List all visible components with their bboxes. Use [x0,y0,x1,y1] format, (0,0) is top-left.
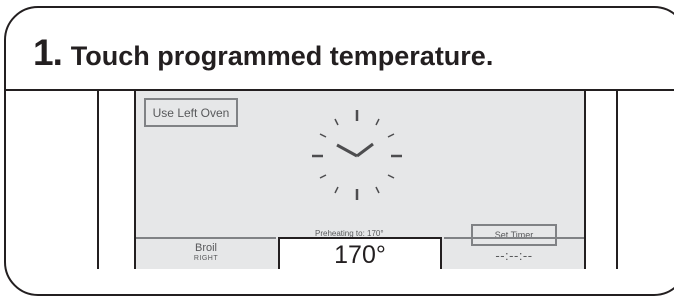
step-text: Touch programmed temperature. [70,41,494,71]
oven-touchscreen: Use Left Oven Preheating to: 170° Set Ti… [134,91,586,269]
column-divider-left [97,89,99,269]
cook-mode-button[interactable]: Broil RIGHT [136,237,276,269]
status-row: Broil RIGHT 170° --:--:-- [136,237,584,269]
time-display[interactable]: --:--:-- [444,237,584,269]
oven-side-label: RIGHT [193,255,219,262]
step-number: 1. [33,32,63,73]
cook-mode-label: Broil [194,242,217,254]
analog-clock-icon [312,110,402,200]
step-title: 1. Touch programmed temperature. [33,34,493,71]
use-left-oven-button[interactable]: Use Left Oven [144,98,238,127]
programmed-temperature[interactable]: 170° [278,237,442,269]
column-divider-right [616,89,618,269]
